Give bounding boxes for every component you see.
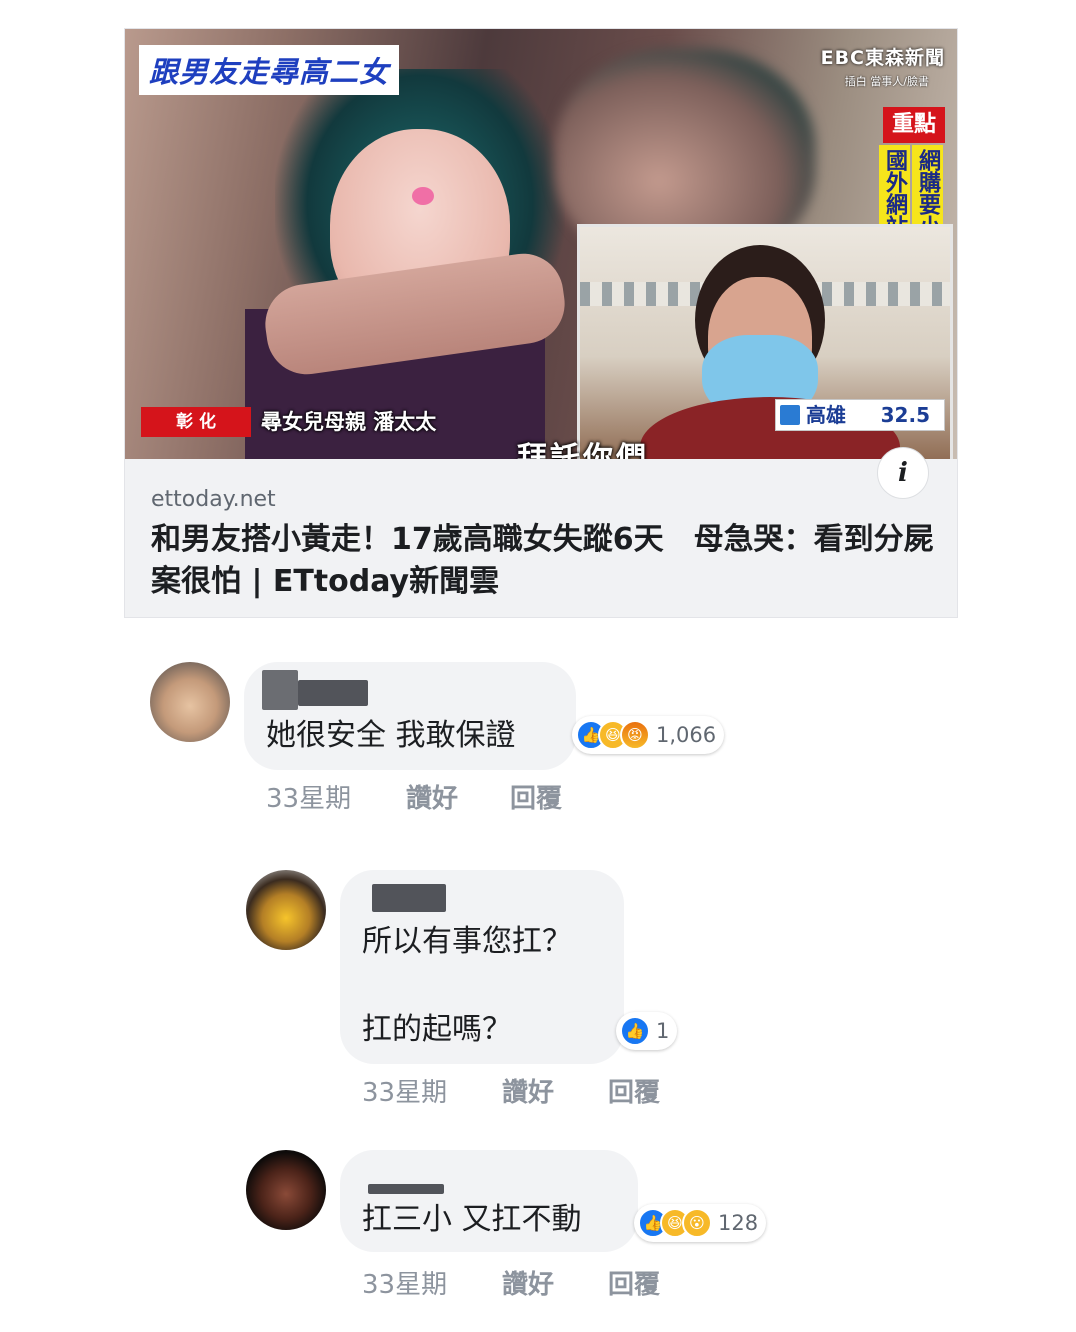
avatar[interactable] [150, 662, 230, 742]
like-reaction-icon: 👍 [620, 1016, 650, 1046]
thumbnail-filter-nose [412, 187, 434, 205]
reaction-summary[interactable]: 👍 😆 😡 1,066 [572, 716, 725, 754]
like-button[interactable]: 讚好 [502, 1264, 554, 1301]
reply-button[interactable]: 回覆 [608, 1072, 660, 1109]
focus-tag: 重點 [883, 107, 945, 143]
link-title[interactable]: 和男友搭小黃走！17歲高職女失蹤6天 母急哭：看到分屍案很怕 | ETtoday… [151, 519, 941, 603]
avatar[interactable] [246, 1150, 326, 1230]
thumbnail-caption: 尋女兒母親 潘太太 [261, 410, 437, 434]
redacted-username [298, 680, 368, 706]
channel-logo: EBC東森新聞 [820, 47, 945, 69]
news-thumbnail[interactable]: 跟男友走尋高二女 EBC東森新聞 插白 當事人/臉書 重點 網購要小心陷阱 國外… [125, 29, 957, 459]
comment-time: 33星期 [362, 1078, 448, 1108]
angry-reaction-icon: 😡 [620, 720, 650, 750]
redacted-username [372, 884, 446, 912]
thumbnail-headline-banner: 跟男友走尋高二女 [139, 45, 400, 95]
link-domain: ettoday.net [151, 487, 276, 512]
comment-time: 33星期 [362, 1270, 448, 1300]
like-button[interactable]: 讚好 [406, 778, 458, 815]
weather-temperature: 32.5 [880, 403, 930, 427]
link-preview-card[interactable]: 跟男友走尋高二女 EBC東森新聞 插白 當事人/臉書 重點 網購要小心陷阱 國外… [124, 28, 958, 618]
reaction-count: 1,066 [656, 723, 717, 747]
comment-text-line-2: 扛的起嗎？ [362, 1012, 512, 1047]
reaction-count: 1 [656, 1019, 670, 1043]
comment-text: 她很安全 我敢保證 [266, 718, 516, 753]
avatar[interactable] [246, 870, 326, 950]
redacted-username [368, 1184, 444, 1194]
weather-icon [780, 405, 800, 425]
comment-text-line-1: 所以有事您扛？ [362, 924, 572, 959]
reaction-summary[interactable]: 👍 1 [616, 1012, 678, 1050]
like-button[interactable]: 讚好 [502, 1072, 554, 1109]
weather-badge: 高雄 32.5 [775, 399, 945, 431]
reaction-count: 128 [718, 1211, 759, 1235]
reply-button[interactable]: 回覆 [510, 778, 562, 815]
wow-reaction-icon: 😮 [682, 1208, 712, 1238]
redacted-username [262, 670, 298, 710]
reaction-summary[interactable]: 👍 😆 😮 128 [634, 1204, 767, 1242]
channel-logo-sub: 插白 當事人/臉書 [844, 75, 929, 88]
info-icon[interactable]: i [877, 447, 929, 499]
comment-time: 33星期 [266, 784, 352, 814]
thumbnail-subtitle: 拜託你們 [517, 441, 649, 459]
location-tag: 彰 化 [141, 407, 251, 437]
reply-button[interactable]: 回覆 [608, 1264, 660, 1301]
weather-city: 高雄 [806, 403, 846, 427]
comment-text: 扛三小 又扛不動 [362, 1202, 582, 1237]
